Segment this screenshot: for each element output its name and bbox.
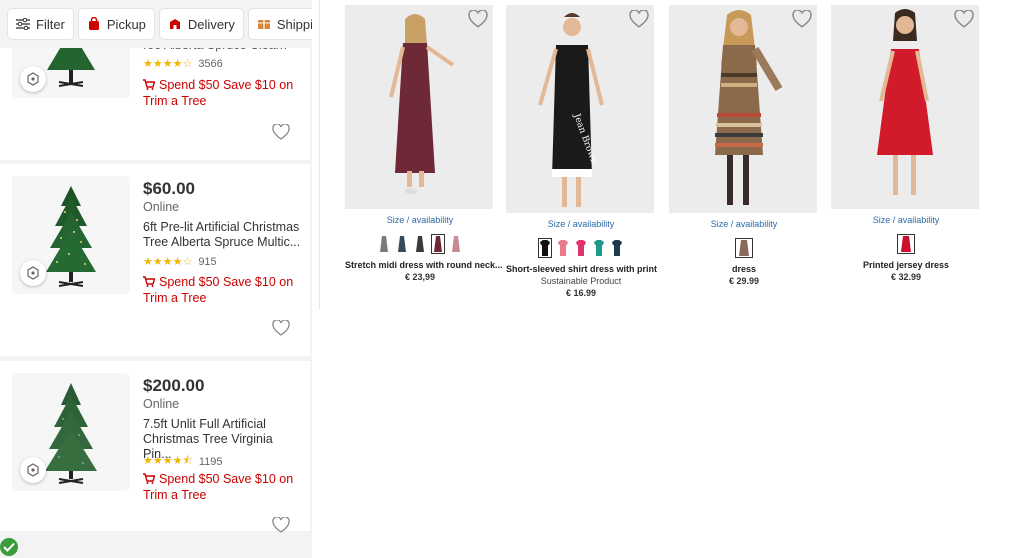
delivery-label: Delivery — [187, 16, 235, 32]
favorite-heart-icon[interactable] — [629, 10, 649, 28]
pickup-icon — [87, 17, 101, 31]
color-swatch[interactable] — [396, 235, 408, 253]
product-name[interactable]: Printed jersey dress — [831, 260, 981, 270]
rating-stars: ★★★★☆ — [143, 58, 193, 70]
promo-text[interactable]: Spend $50 Save $10 on Trim a Tree — [143, 472, 303, 503]
cart-icon — [143, 79, 156, 94]
rating-stars: ★★★★☆ — [143, 256, 193, 268]
rating-count: 1195 — [198, 455, 223, 468]
product-name[interactable]: Short-sleeved shirt dress with print — [506, 264, 657, 274]
product-name[interactable]: dress — [669, 264, 819, 274]
product-price: € 29.99 — [728, 276, 760, 286]
product-title[interactable]: 6ft Pre-lit Artificial Christmas Tree Al… — [143, 220, 303, 250]
christmas-tree-image — [46, 186, 96, 287]
favorite-heart-icon[interactable] — [954, 10, 974, 28]
product-image[interactable] — [669, 5, 817, 213]
ar-cube-icon — [27, 72, 39, 86]
ar-cube-icon — [27, 463, 39, 477]
promo-text[interactable]: Spend $50 Save $10 on Trim a Tree — [143, 78, 303, 109]
color-swatches — [831, 234, 981, 254]
delivery-chip[interactable]: Delivery — [159, 9, 243, 39]
product-image[interactable] — [831, 5, 979, 209]
favorite-heart-icon[interactable] — [468, 10, 488, 28]
model-dress-image — [389, 14, 455, 194]
product-price: € 16.99 — [565, 288, 597, 298]
product-price: € 32.99 — [890, 272, 922, 282]
size-availability-link[interactable]: Size / availability — [345, 215, 495, 225]
shipping-icon — [257, 17, 271, 31]
cart-icon — [143, 473, 156, 488]
product-image[interactable]: Jean Brown — [506, 5, 654, 213]
size-availability-link[interactable]: Size / availability — [506, 219, 656, 229]
color-swatch-selected[interactable] — [898, 235, 914, 253]
size-availability-link[interactable]: Size / availability — [669, 219, 819, 229]
favorite-heart-icon[interactable] — [272, 517, 290, 533]
product-rating: ★★★★⯪ 1195 — [143, 452, 223, 471]
product-card[interactable]: $200.00 Online 7.5ft Unlit Full Artifici… — [0, 361, 310, 533]
shipping-chip[interactable]: Shipping — [248, 9, 312, 39]
product-card[interactable]: $60.00 Online 6ft Pre-lit Artificial Chr… — [0, 164, 310, 356]
color-swatch[interactable] — [611, 239, 623, 257]
color-swatch[interactable] — [450, 235, 462, 253]
product-tile[interactable]: Size / availability Stretch midi dress w… — [345, 5, 503, 282]
product-image[interactable] — [345, 5, 493, 209]
color-swatch-selected[interactable] — [432, 235, 444, 253]
delivery-icon — [168, 17, 182, 31]
promo-label: Spend $50 Save $10 on Trim a Tree — [143, 472, 294, 502]
product-rating: ★★★★☆ 915 — [143, 255, 217, 269]
color-swatch[interactable] — [575, 239, 587, 257]
product-thumbnail[interactable] — [12, 176, 130, 294]
model-dress-image — [877, 9, 933, 195]
product-tile[interactable]: Size / availability dress € 29.99 — [669, 5, 819, 286]
filter-label: Filter — [36, 16, 65, 32]
product-subtitle: Sustainable Product — [540, 276, 622, 286]
view-in-room-button[interactable] — [20, 457, 46, 483]
product-rating: ★★★★☆ 3566 — [143, 57, 223, 71]
rating-stars: ★★★★⯪ — [143, 455, 193, 467]
rating-count: 915 — [198, 255, 217, 268]
color-swatches — [669, 238, 819, 258]
product-name[interactable]: Stretch midi dress with round neck... — [345, 260, 503, 270]
pickup-chip[interactable]: Pickup — [78, 9, 154, 39]
promo-text[interactable]: Spend $50 Save $10 on Trim a Tree — [143, 275, 303, 306]
favorite-heart-icon[interactable] — [792, 10, 812, 28]
view-in-room-button[interactable] — [20, 66, 46, 92]
size-availability-link[interactable]: Size / availability — [831, 215, 981, 225]
favorite-heart-icon[interactable] — [272, 320, 290, 336]
color-swatch[interactable] — [557, 239, 569, 257]
product-price: $200.00 — [143, 376, 205, 395]
color-swatches — [345, 234, 495, 254]
color-swatch-selected[interactable] — [736, 239, 752, 257]
promo-label: Spend $50 Save $10 on Trim a Tree — [143, 275, 294, 305]
view-in-room-button[interactable] — [20, 260, 46, 286]
shipping-label: Shipping — [276, 16, 312, 32]
product-tile[interactable]: Jean Brown Size / availability Short-sle… — [506, 5, 657, 298]
christmas-tree-image — [45, 383, 97, 484]
panel-divider — [319, 0, 320, 310]
check-icon — [0, 538, 18, 556]
cart-icon — [143, 276, 156, 291]
product-tile[interactable]: Size / availability Printed jersey dress… — [831, 5, 981, 282]
product-price: € 23,99 — [404, 272, 436, 282]
availability-text: Online — [143, 200, 180, 214]
rating-count: 3566 — [198, 57, 223, 70]
model-dress-image: Jean Brown — [538, 13, 604, 207]
product-price: $60.00 — [143, 179, 195, 198]
pickup-label: Pickup — [106, 16, 146, 32]
color-swatch[interactable] — [593, 239, 605, 257]
model-dress-image — [715, 10, 783, 205]
color-swatch[interactable] — [414, 235, 426, 253]
filter-icon — [16, 17, 30, 31]
filter-bar: Filter Pickup Delivery Shipping — [0, 0, 312, 48]
color-swatch[interactable] — [378, 235, 390, 253]
product-thumbnail[interactable] — [12, 373, 130, 491]
ar-cube-icon — [27, 266, 39, 280]
promo-label: Spend $50 Save $10 on Trim a Tree — [143, 78, 294, 108]
color-swatch-selected[interactable] — [539, 239, 551, 257]
availability-text: Online — [143, 397, 180, 411]
product-list-panel: Filter Pickup Delivery Shipping — [0, 0, 312, 558]
color-swatches — [506, 238, 656, 258]
favorite-heart-icon[interactable] — [272, 124, 290, 140]
filter-chip[interactable]: Filter — [8, 9, 73, 39]
